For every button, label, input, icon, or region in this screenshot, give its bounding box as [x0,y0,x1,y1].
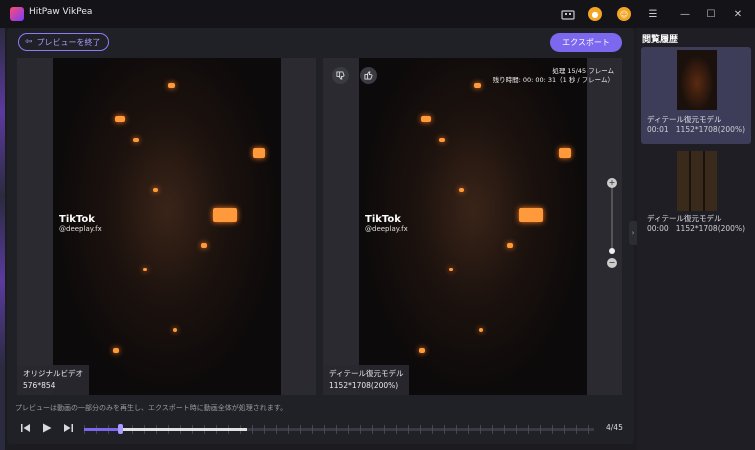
minimize-icon[interactable]: — [677,6,693,22]
timeline-handle[interactable] [117,424,123,434]
history-title: 閲覧履歴 [642,35,679,45]
history-item-meta: 00:00 1152*1708(200%) [647,224,745,233]
left-strip [0,28,5,450]
original-video-label: オリジナルビデオ 576*854 [17,365,89,395]
history-item-meta: 00:01 1152*1708(200%) [647,125,745,134]
tiktok-watermark: TikTok @deeplay.fx [365,214,408,233]
zoom-slider[interactable] [611,182,613,252]
processing-frames: 処理 15/45 フレーム [552,67,614,75]
app-logo-icon [10,7,24,21]
close-icon[interactable]: ✕ [730,6,746,22]
app-window: HitPaw VikPea ● ☺ ☰ — ☐ ✕ ⇦ プレビューを終了 エクス… [0,0,755,450]
tiktok-handle: @deeplay.fx [365,225,408,233]
enhanced-video-frame: TikTok @deeplay.fx [359,58,587,395]
gift-icon[interactable] [560,6,576,22]
original-label-text: オリジナルビデオ [23,369,83,378]
enhanced-resolution: 1152*1708(200%) [329,381,399,390]
zoom-in-icon[interactable]: + [607,178,617,188]
maximize-icon[interactable]: ☐ [703,6,719,22]
previous-frame-icon[interactable] [19,421,33,435]
tiktok-watermark: TikTok @deeplay.fx [59,214,102,233]
exit-preview-button[interactable]: ⇦ プレビューを終了 [18,33,109,51]
history-thumbnail [677,151,717,211]
thumbs-up-icon[interactable] [360,67,377,84]
coin-icon[interactable]: ● [588,7,602,21]
tiktok-handle: @deeplay.fx [59,225,102,233]
title-bar: HitPaw VikPea ● ☺ ☰ — ☐ ✕ [0,0,755,28]
thumbs-down-icon[interactable] [332,67,349,84]
original-video-pane[interactable]: TikTok @deeplay.fx オリジナルビデオ 576*854 [17,58,316,395]
history-item[interactable]: ディテール復元モデル 00:00 1152*1708(200%) [641,148,751,238]
preview-panel: ⇦ プレビューを終了 エクスポート TikTok @deeplay.fx オリジ… [7,28,634,444]
timeline-played [84,428,120,431]
history-panel: 閲覧履歴 ディテール復元モデル 00:01 1152*1708(200%) ディ… [637,28,755,450]
collapse-history-icon[interactable]: › [629,221,637,245]
next-frame-icon[interactable] [61,421,75,435]
app-title: HitPaw VikPea [29,7,93,17]
original-video-frame: TikTok @deeplay.fx [53,58,281,395]
enhanced-video-label: ディテール復元モデル 1152*1708(200%) [323,365,410,395]
frame-count: 4/45 [606,423,623,432]
exit-arrow-icon: ⇦ [25,37,33,47]
processing-info: 処理 15/45 フレーム 残り時間: 00: 00: 31（1 秒 / フレー… [493,67,614,85]
exit-preview-label: プレビューを終了 [36,37,101,47]
menu-icon[interactable]: ☰ [645,6,661,22]
history-item-name: ディテール復元モデル [647,115,722,124]
enhanced-video-pane[interactable]: TikTok @deeplay.fx 処理 15/45 フレーム 残り時間: 0… [323,58,622,395]
history-item-time: 00:00 [647,224,669,233]
history-thumbnail [677,50,717,110]
play-icon[interactable] [40,421,54,435]
timeline[interactable] [84,424,594,434]
user-icon[interactable]: ☺ [617,7,631,21]
enhanced-label-text: ディテール復元モデル [329,369,404,378]
remaining-time: 残り時間: 00: 00: 31（1 秒 / フレーム） [492,76,614,84]
zoom-handle[interactable] [609,248,615,254]
history-item[interactable]: ディテール復元モデル 00:01 1152*1708(200%) [641,47,751,144]
history-item-size: 1152*1708(200%) [675,125,745,134]
tiktok-title: TikTok [365,214,401,225]
preview-notice: プレビューは動画の一部分のみを再生し、エクスポート時に動画全体が処理されます。 [15,404,288,412]
history-item-size: 1152*1708(200%) [675,224,745,233]
zoom-out-icon[interactable]: − [607,258,617,268]
original-resolution: 576*854 [23,381,56,390]
tiktok-title: TikTok [59,214,95,225]
player-controls: 4/45 [7,416,634,444]
history-item-name: ディテール復元モデル [647,214,722,223]
export-button[interactable]: エクスポート [550,33,622,52]
history-item-time: 00:01 [647,125,669,134]
